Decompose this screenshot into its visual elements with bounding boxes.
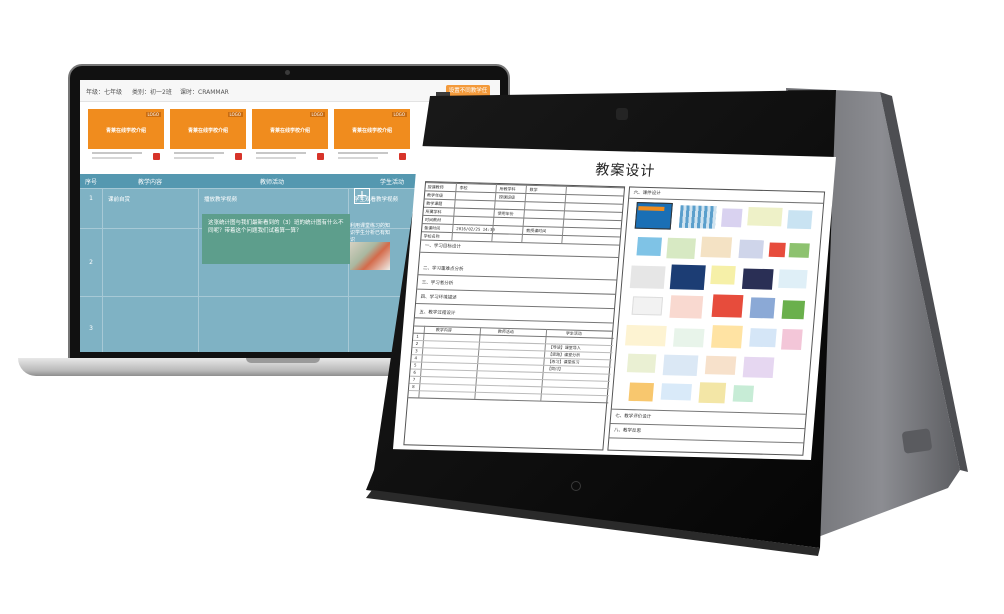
form-date[interactable]: 2016/02/25 14:39 <box>456 226 495 232</box>
process-num: 7 <box>412 376 416 382</box>
section-learners: 三、学习者分析 <box>421 280 454 287</box>
section-evaluation: 七、教学评价设计 <box>614 413 652 420</box>
form-value[interactable]: 数学 <box>529 187 537 193</box>
form-label: 备课时间 <box>424 225 441 231</box>
process-num: 3 <box>414 348 418 354</box>
process-num: 4 <box>414 355 418 361</box>
section-goals: 一、学习目标设计 <box>424 243 461 250</box>
doc-title: 教案设计 <box>594 161 657 180</box>
tablet-camera-icon <box>616 108 628 120</box>
section-reflection: 八、教学反思 <box>613 428 642 435</box>
process-num: 1 <box>416 333 420 339</box>
process-table: 教学内容 教师活动 学生活动 1 2 3 4 5 6 7 8 【导读】课堂导入 … <box>408 325 614 404</box>
process-header: 学生活动 <box>565 330 583 337</box>
courseware-collage[interactable] <box>614 200 821 412</box>
section-difficulty: 二、学习重难点分析 <box>422 266 464 273</box>
process-header: 教师活动 <box>497 328 515 335</box>
form-label: 学校名称 <box>423 233 440 239</box>
section-process: 五、教学过程设计 <box>419 310 456 317</box>
form-label: 授课教师 <box>427 184 444 190</box>
home-button-icon[interactable] <box>571 481 581 491</box>
process-item[interactable]: 【导读】课堂导入 <box>548 344 581 351</box>
section-courseware: 六、课件设计 <box>633 190 661 197</box>
lesson-plan-form: 授课教师 李校 所教学科 数学 教学年级 授课班级 教学课题 所属学科 使用年份… <box>403 181 626 451</box>
form-label: 教学年级 <box>426 192 444 198</box>
process-header: 教学内容 <box>435 327 453 333</box>
courseware-panel: 六、课件设计 七、教学评价设计 八、教学反思 <box>607 186 826 456</box>
form-label: 所教学科 <box>499 186 516 192</box>
tablet-screen: 教案设计 授课教师 李校 所教学科 数学 教学年级 授课班级 教学课题 所属学科… <box>392 146 836 461</box>
form-label: 教学课题 <box>426 200 443 207</box>
process-num: 8 <box>411 383 415 390</box>
process-item[interactable]: 【同讨】 <box>547 366 563 373</box>
form-label: 所属学科 <box>425 208 442 215</box>
form-label: 授课班级 <box>498 194 516 200</box>
process-num: 2 <box>415 340 419 347</box>
process-num: 6 <box>413 369 417 375</box>
process-item[interactable]: 【练习】课堂练习 <box>547 359 579 366</box>
section-environment: 四、学习环境描述 <box>420 294 457 301</box>
form-label: 时间教材 <box>424 216 442 223</box>
process-num: 5 <box>413 362 417 368</box>
form-label: 使用年份 <box>497 210 514 217</box>
product-showcase: 年级：七年级 类别：初一2班 课时：CRAMMAR 设置不同教学任 LOGO 青… <box>0 0 1004 614</box>
process-item[interactable]: 【思路】课堂分析 <box>548 352 580 359</box>
form-label: 教授课时间 <box>526 227 547 234</box>
form-value[interactable]: 李校 <box>459 185 467 191</box>
